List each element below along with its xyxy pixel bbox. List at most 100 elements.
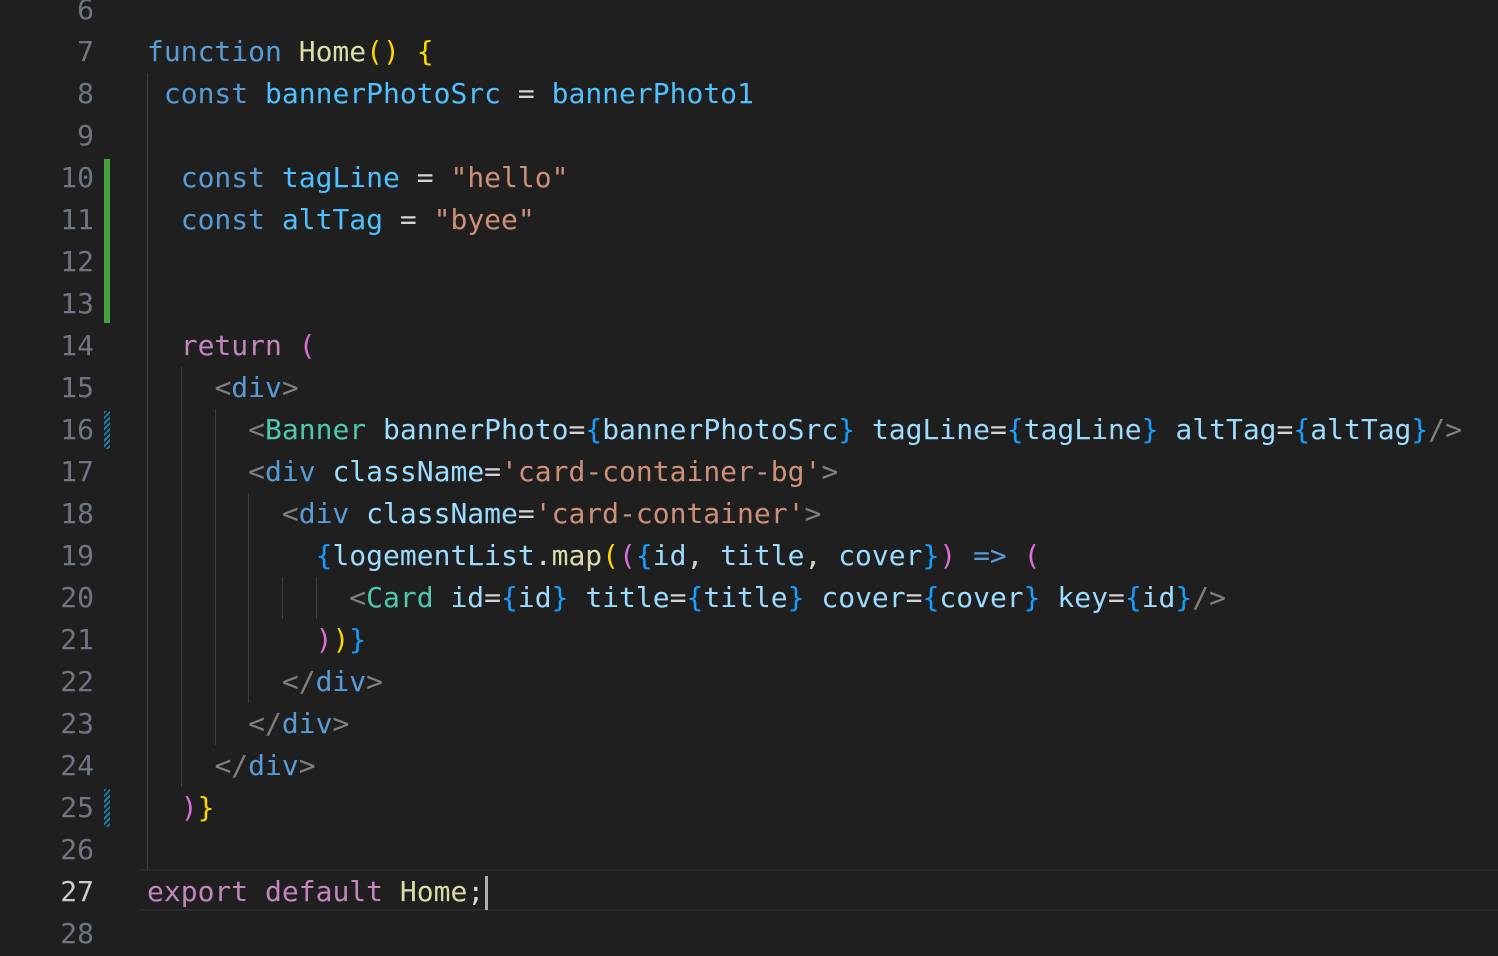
code-token: title	[720, 539, 805, 572]
code-token: className	[332, 455, 485, 488]
code-line[interactable]: 9	[0, 115, 1498, 157]
code-line[interactable]: 14 return (	[0, 325, 1498, 367]
code-line[interactable]: 13	[0, 283, 1498, 325]
code-line[interactable]: 11 const altTag = "byee"	[0, 199, 1498, 241]
code-line[interactable]: 20 <Card id={id} title={title} cover={co…	[0, 577, 1498, 619]
code-line[interactable]: 7 function Home() {	[0, 31, 1498, 73]
code-token: }	[787, 581, 805, 614]
code-line[interactable]: 27 export default Home;	[0, 871, 1498, 913]
line-number: 10	[60, 161, 94, 194]
code-line[interactable]: 19 {logementList.map(({id, title, cover}…	[0, 535, 1498, 577]
line-number: 9	[77, 119, 94, 152]
code-token: "hello"	[450, 161, 569, 194]
code-text: const altTag = "byee"	[147, 199, 535, 241]
code-token: <	[281, 497, 299, 530]
code-token: div	[281, 707, 333, 740]
code-token: title	[703, 581, 788, 614]
code-token: {	[585, 413, 603, 446]
code-token: </	[214, 749, 249, 782]
code-token: }	[197, 791, 215, 824]
code-line[interactable]: 23 </div>	[0, 703, 1498, 745]
line-number: 27	[60, 875, 94, 908]
code-text: <Banner bannerPhoto={bannerPhotoSrc} tag…	[147, 409, 1462, 451]
code-line[interactable]: 24 </div>	[0, 745, 1498, 787]
code-token: logementList	[332, 539, 535, 572]
code-editor[interactable]: 6 7 function Home () {8 const bannerPhotoSr…	[0, 0, 1498, 956]
code-token: id	[517, 581, 552, 614]
code-token: >	[366, 665, 384, 698]
code-token: altTag	[1310, 413, 1412, 446]
code-token: =	[905, 581, 923, 614]
code-line[interactable]: 26	[0, 829, 1498, 871]
code-token: =	[501, 77, 552, 110]
code-token: )	[939, 539, 957, 572]
line-number: 17	[60, 455, 94, 488]
code-token: {	[1293, 413, 1311, 446]
code-line[interactable]: 25 )}	[0, 787, 1498, 829]
code-token: function	[147, 35, 282, 68]
code-token: const	[180, 161, 266, 194]
code-token: ,	[804, 539, 839, 572]
code-token: =	[989, 413, 1007, 446]
code-token: cover	[838, 539, 923, 572]
code-token: </	[281, 665, 316, 698]
code-token: div	[231, 371, 282, 404]
code-token: <	[248, 455, 266, 488]
code-token: (	[602, 539, 620, 572]
code-line[interactable]: 17 <div className='card-container-bg'>	[0, 451, 1498, 493]
code-token: =	[484, 581, 502, 614]
code-token: div	[248, 749, 299, 782]
code-token: =	[399, 161, 451, 194]
code-token: />	[1192, 581, 1226, 614]
code-line[interactable]: 16 <Banner bannerPhoto={bannerPhotoSrc} …	[0, 409, 1498, 451]
code-token: {	[686, 581, 704, 614]
code-line[interactable]: 18 <div className='card-container'>	[0, 493, 1498, 535]
code-token: {	[416, 35, 434, 68]
code-line[interactable]: 6	[0, 0, 1498, 31]
text-cursor	[485, 876, 489, 910]
code-token: div	[265, 455, 316, 488]
code-token: className	[366, 497, 518, 530]
code-token: id	[1141, 581, 1176, 614]
code-line[interactable]: 12	[0, 241, 1498, 283]
line-number: 20	[60, 581, 94, 614]
code-text: export default Home;	[147, 871, 489, 913]
code-token: >	[804, 497, 822, 530]
code-token: {	[501, 581, 518, 614]
code-line[interactable]: 15 <div>	[0, 367, 1498, 409]
code-text: <div className='card-container-bg'>	[147, 451, 838, 493]
code-token: Banner	[265, 413, 367, 446]
code-token: Home	[298, 35, 367, 68]
code-token: tagLine	[871, 413, 990, 446]
code-text: )}	[147, 787, 215, 829]
code-token: <	[349, 581, 367, 614]
code-line[interactable]: 8 const bannerPhotoSrc = bannerPhoto1	[0, 73, 1498, 115]
code-token: {	[922, 581, 940, 614]
code-line[interactable]: 28	[0, 913, 1498, 955]
code-line[interactable]: 21 ))}	[0, 619, 1498, 661]
code-line[interactable]: 10 const tagLine = "hello"	[0, 157, 1498, 199]
code-token: bannerPhoto1	[551, 77, 754, 110]
code-token: />	[1428, 413, 1462, 446]
code-token: altTag	[1175, 413, 1277, 446]
code-text: </div>	[147, 745, 315, 787]
line-number: 7	[77, 35, 94, 68]
code-line[interactable]: 22 </div>	[0, 661, 1498, 703]
line-number: 28	[60, 917, 94, 950]
